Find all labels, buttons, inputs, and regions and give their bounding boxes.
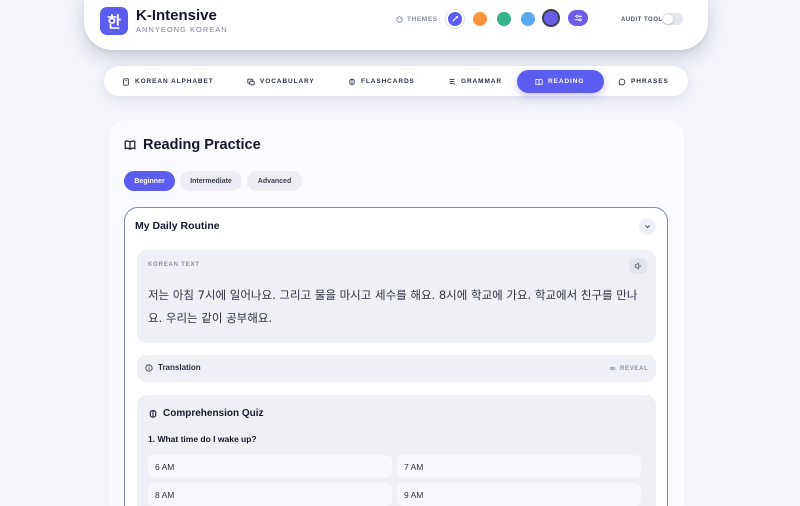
nav-label: KOREAN ALPHABET: [135, 78, 214, 85]
eye-icon: [609, 366, 616, 371]
quiz-title: Comprehension Quiz: [148, 408, 264, 419]
chat-icon: [247, 78, 255, 85]
reveal-button[interactable]: REVEAL: [609, 365, 649, 372]
theme-orange-button[interactable]: [473, 12, 487, 26]
translation-label-text: Translation: [158, 363, 201, 372]
info-icon: [145, 363, 153, 372]
quiz-option-8am[interactable]: 8 AM: [148, 483, 392, 506]
palette-icon: [396, 16, 403, 23]
chevron-down-icon: [645, 225, 650, 229]
level-intermediate-button[interactable]: Intermediate: [180, 171, 242, 191]
nav-item-vocabulary[interactable]: VOCABULARY: [237, 70, 325, 93]
quiz-option-7am[interactable]: 7 AM: [397, 455, 641, 478]
korean-passage: 저는 아침 7시에 일어나요. 그리고 물을 마시고 세수를 해요. 8시에 학…: [148, 288, 638, 325]
theme-blue-button[interactable]: [521, 12, 535, 26]
sparkle-icon: [452, 16, 458, 22]
quiz-question: 1. What time do I wake up?: [148, 434, 257, 444]
reveal-label: REVEAL: [620, 365, 649, 372]
theme-purple-button[interactable]: [542, 9, 560, 27]
open-book-icon: [535, 78, 543, 85]
theme-green-button[interactable]: [497, 12, 511, 26]
level-advanced-button[interactable]: Advanced: [247, 171, 302, 191]
main-nav: KOREAN ALPHABET VOCABULARY FLASHCARDS GR…: [104, 66, 688, 96]
quiz-option-9am[interactable]: 9 AM: [397, 483, 641, 506]
audit-tool-toggle[interactable]: [662, 13, 683, 25]
collapse-story-button[interactable]: [639, 218, 656, 235]
theme-custom-button[interactable]: [568, 10, 588, 26]
page-title: Reading Practice: [124, 137, 261, 153]
page-title-text: Reading Practice: [143, 137, 261, 153]
themes-label-text: THEMES: [407, 16, 438, 23]
play-audio-button[interactable]: [629, 258, 647, 274]
brain-icon: [349, 78, 355, 85]
speaker-icon: [634, 262, 641, 270]
nav-item-phrases[interactable]: PHRASES: [608, 70, 679, 93]
story-title[interactable]: My Daily Routine: [135, 220, 220, 232]
korean-text-label: KOREAN TEXT: [148, 262, 200, 268]
bubble-icon: [618, 78, 626, 85]
brain-icon: [149, 409, 157, 418]
nav-item-flashcards[interactable]: FLASHCARDS: [338, 70, 425, 93]
level-beginner-button[interactable]: Beginner: [124, 171, 175, 191]
app-title: K-Intensive: [136, 7, 217, 24]
open-book-icon: [124, 140, 136, 150]
quiz-title-text: Comprehension Quiz: [163, 408, 264, 419]
nav-label: GRAMMAR: [461, 78, 502, 85]
nav-label: FLASHCARDS: [361, 78, 415, 85]
nav-label: VOCABULARY: [260, 78, 315, 85]
nav-label: READING: [548, 78, 585, 85]
quiz-option-6am[interactable]: 6 AM: [148, 455, 392, 478]
audit-tool-label: AUDIT TOOL: [621, 17, 663, 23]
book-icon: [123, 77, 129, 86]
nav-label: PHRASES: [631, 78, 669, 85]
translation-toggle[interactable]: [137, 355, 656, 382]
themes-label: THEMES: [396, 16, 438, 23]
notes-icon: [449, 78, 456, 85]
nav-item-korean-alphabet[interactable]: KOREAN ALPHABET: [112, 70, 224, 93]
app-subtitle: ANNYEONG KOREAN: [136, 25, 228, 34]
sliders-icon: [574, 14, 582, 22]
theme-indigo-button[interactable]: [446, 10, 464, 28]
app-header: 한 K-Intensive ANNYEONG KOREAN THEMES AUD…: [84, 0, 708, 50]
nav-item-reading[interactable]: READING: [517, 70, 604, 93]
translation-label: Translation: [145, 363, 201, 372]
nav-item-grammar[interactable]: GRAMMAR: [438, 70, 512, 93]
logo-badge: 한: [100, 7, 128, 35]
toggle-knob: [663, 14, 673, 24]
